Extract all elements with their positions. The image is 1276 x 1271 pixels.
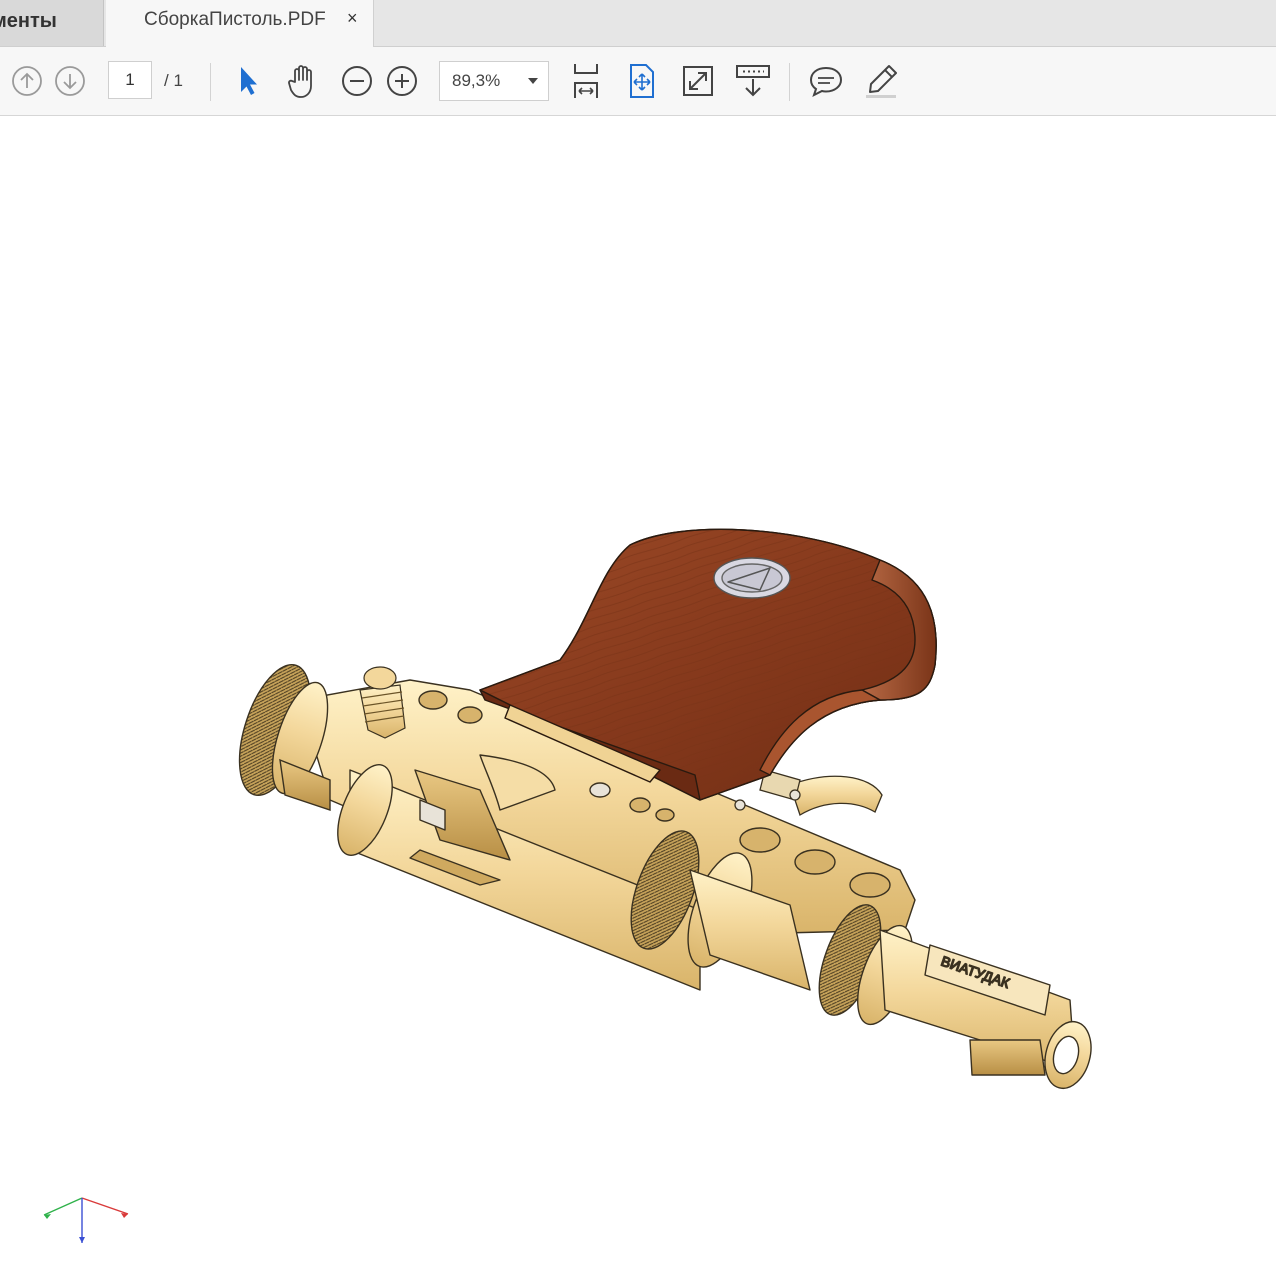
toolbar-divider (789, 63, 790, 101)
tab-bar: менты СборкаПистоль.PDF × (0, 0, 1276, 47)
highlight-pen-icon (866, 65, 897, 98)
prev-page-button[interactable] (10, 47, 44, 115)
tab-tools-label: менты (0, 10, 57, 32)
select-cursor-icon (241, 67, 257, 95)
chevron-down-icon (528, 78, 538, 84)
toolbar: 1 / 1 89,3% (0, 47, 1276, 116)
pistol-assembly-3d-model[interactable]: ВИАТУДАК (0, 116, 1276, 1271)
next-page-icon (55, 66, 85, 96)
toolbar-divider (210, 63, 211, 101)
zoom-in-button[interactable] (383, 47, 421, 115)
zoom-in-icon (387, 66, 417, 96)
fit-page-button[interactable] (622, 47, 662, 115)
scroll-mode-icon (574, 64, 598, 98)
hand-tool-button[interactable] (282, 47, 324, 115)
fit-page-icon (630, 64, 654, 98)
zoom-out-icon (342, 66, 372, 96)
tab-document-label: СборкаПистоль.PDF (144, 9, 326, 30)
page-number-input[interactable]: 1 (108, 61, 152, 99)
scroll-mode-button[interactable] (566, 47, 606, 115)
document-canvas[interactable]: ВИАТУДАК (0, 116, 1276, 1271)
tab-tools[interactable]: менты (0, 0, 104, 46)
hand-tool-icon (288, 65, 312, 98)
read-mode-button[interactable] (732, 47, 774, 115)
rear-knurled-cap (238, 663, 331, 811)
page-total: / 1 (164, 71, 183, 90)
zoom-select[interactable]: 89,3% (439, 61, 549, 101)
tab-document[interactable]: СборкаПистоль.PDF × (106, 0, 374, 47)
full-screen-button[interactable] (678, 47, 718, 115)
next-page-button[interactable] (53, 47, 87, 115)
full-screen-icon (683, 66, 713, 96)
axis-triad-icon (43, 1197, 129, 1243)
prev-page-icon (12, 66, 42, 96)
tab-close-icon[interactable]: × (347, 8, 358, 29)
zoom-value: 89,3% (452, 71, 501, 90)
comment-button[interactable] (806, 47, 846, 115)
comment-icon (809, 66, 843, 97)
read-mode-icon (736, 65, 770, 97)
zoom-out-button[interactable] (338, 47, 376, 115)
highlight-button[interactable] (860, 47, 902, 115)
select-tool-button[interactable] (230, 47, 266, 115)
